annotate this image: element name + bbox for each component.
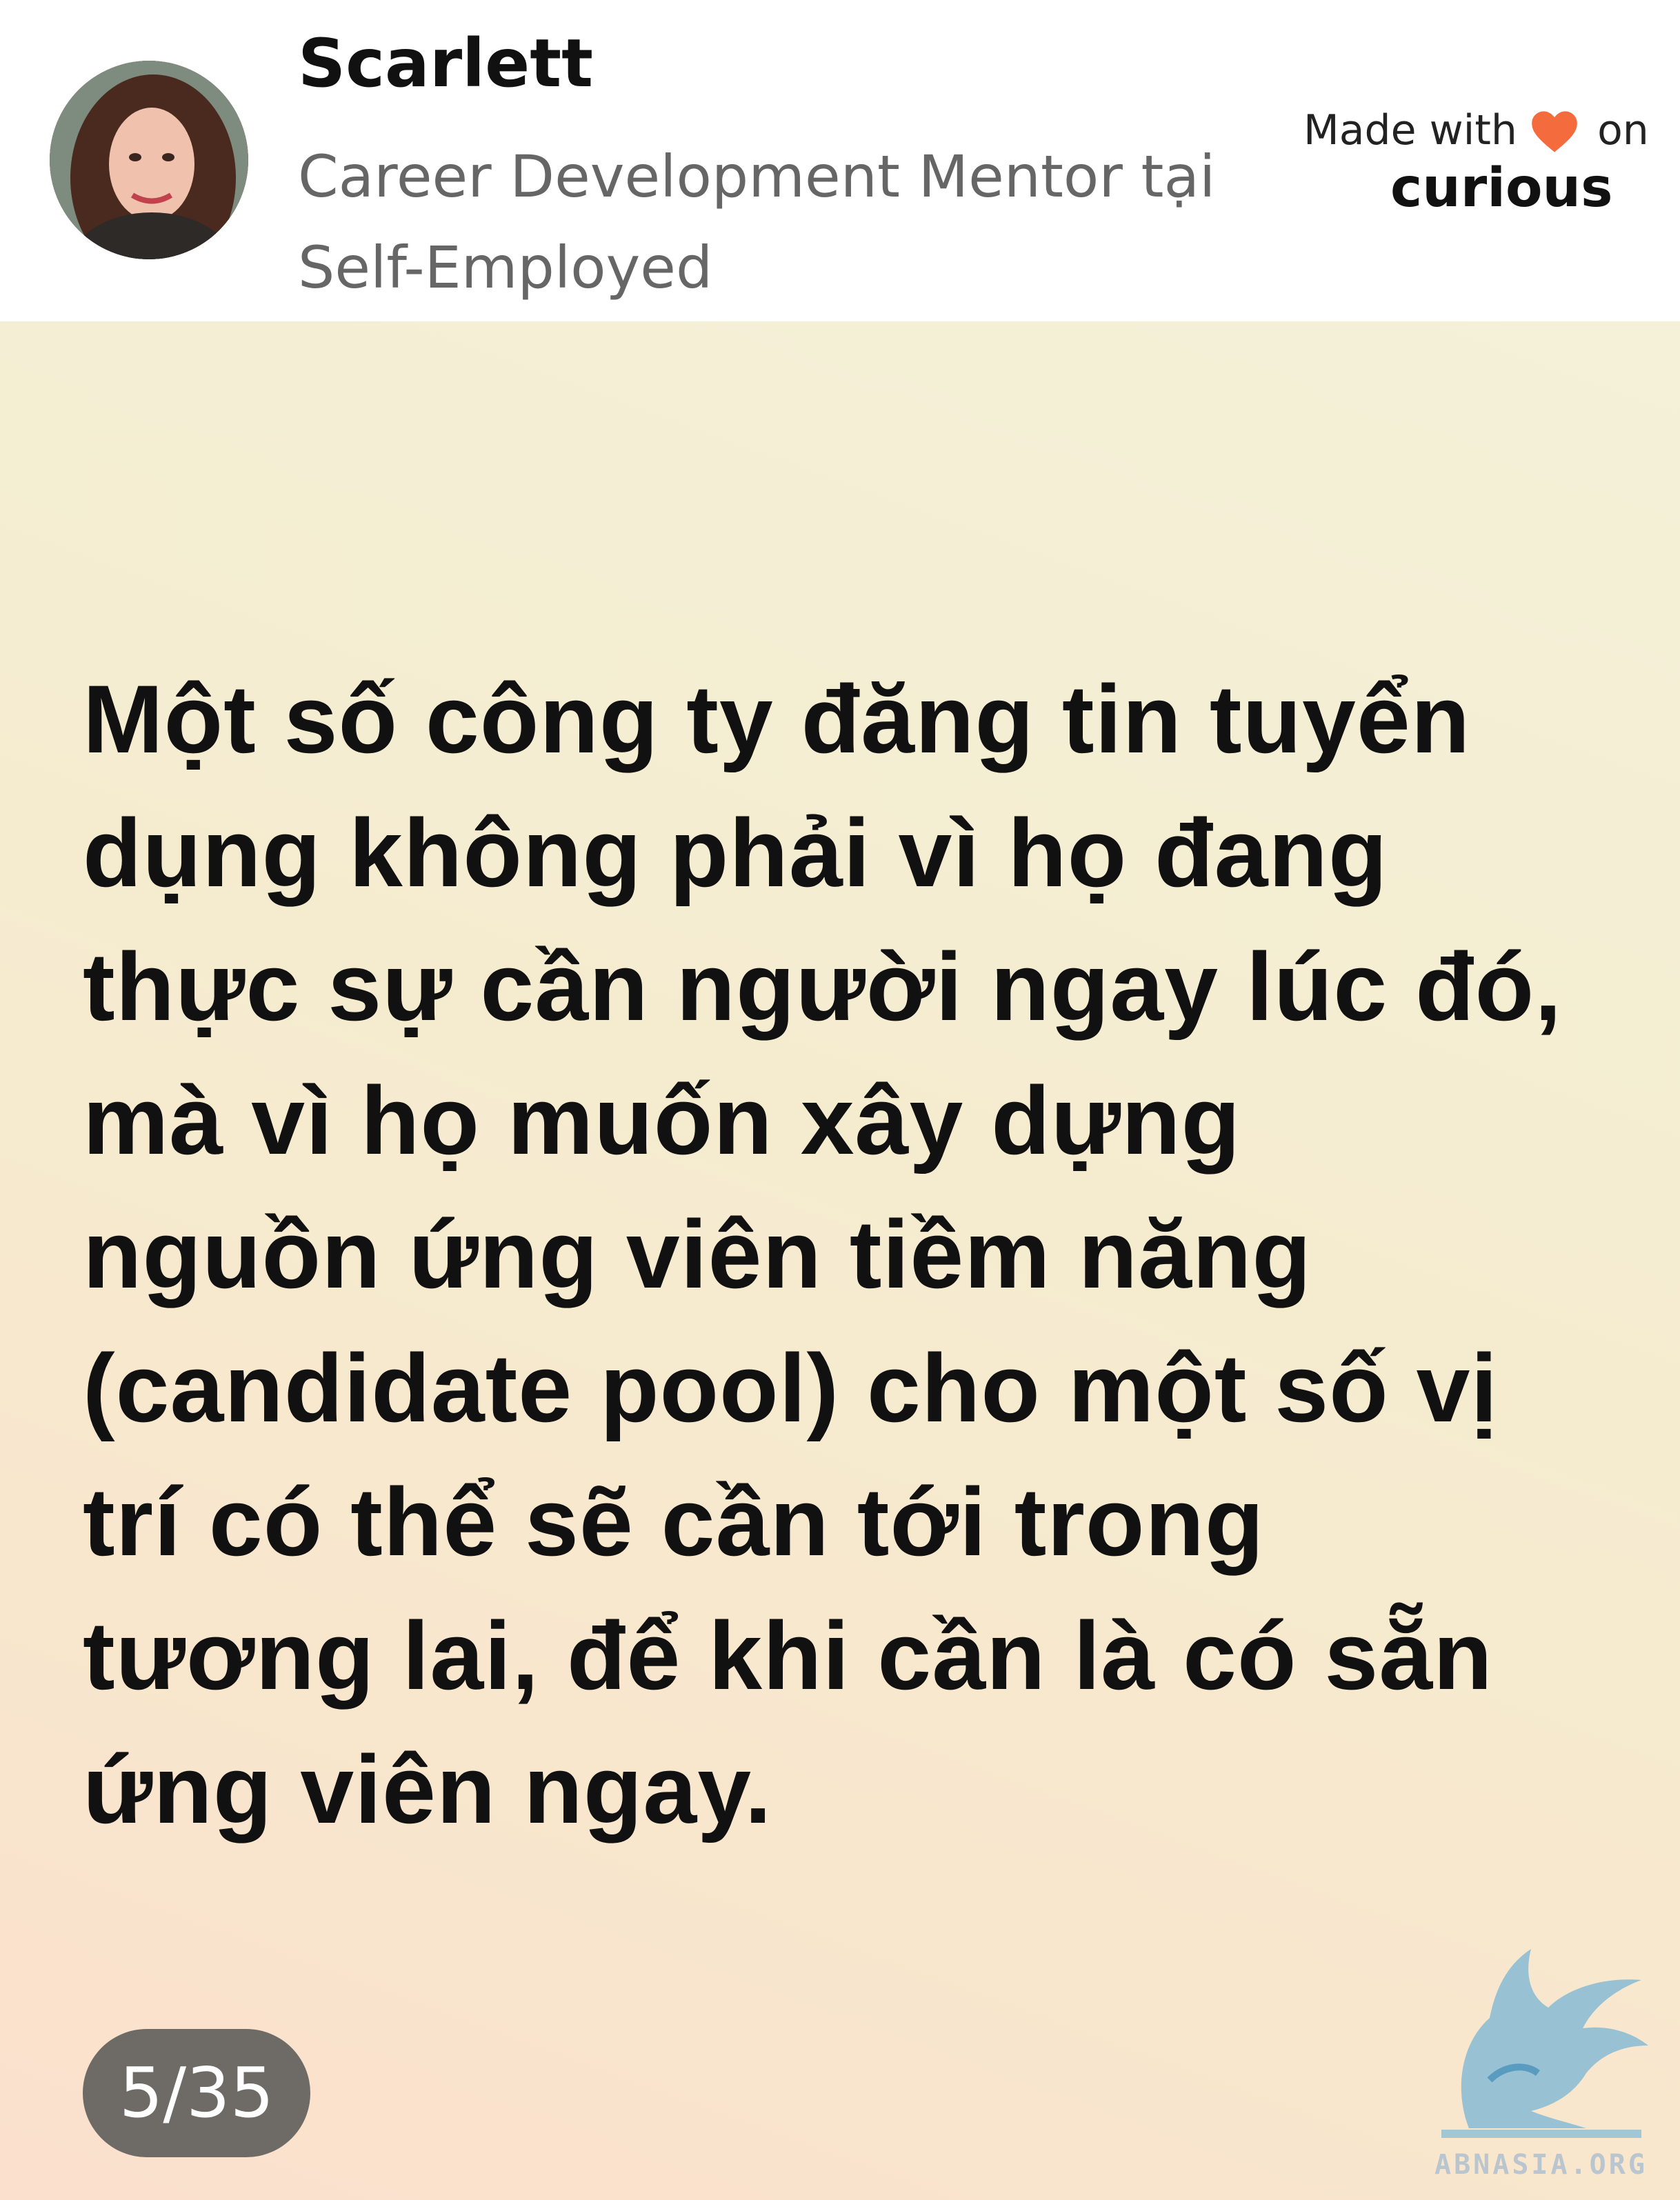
made-with-badge: Made with on	[1303, 106, 1649, 157]
heart-icon	[1532, 111, 1577, 152]
watermark-text: ABNASIA.ORG	[1434, 2149, 1648, 2181]
post-header: Scarlett Career Development Mentor tại S…	[0, 0, 1680, 321]
curious-logo[interactable]: curious	[1390, 157, 1613, 219]
quote-slide: Một số công ty đăng tin tuyển dụng không…	[0, 321, 1680, 2200]
author-avatar[interactable]	[50, 61, 248, 259]
made-with-label: Made with	[1303, 106, 1517, 154]
made-on-label: on	[1597, 106, 1649, 154]
author-name[interactable]: Scarlett	[298, 25, 593, 102]
page-counter: 5/35	[83, 2029, 310, 2157]
quote-text: Một số công ty đăng tin tuyển dụng không…	[83, 665, 1563, 1843]
avatar-photo	[50, 61, 248, 259]
author-title: Career Development Mentor tại Self-Emplo…	[298, 143, 1216, 301]
griffin-logo-icon	[1441, 1949, 1648, 2138]
watermark: ABNASIA.ORG	[1421, 1942, 1676, 2183]
